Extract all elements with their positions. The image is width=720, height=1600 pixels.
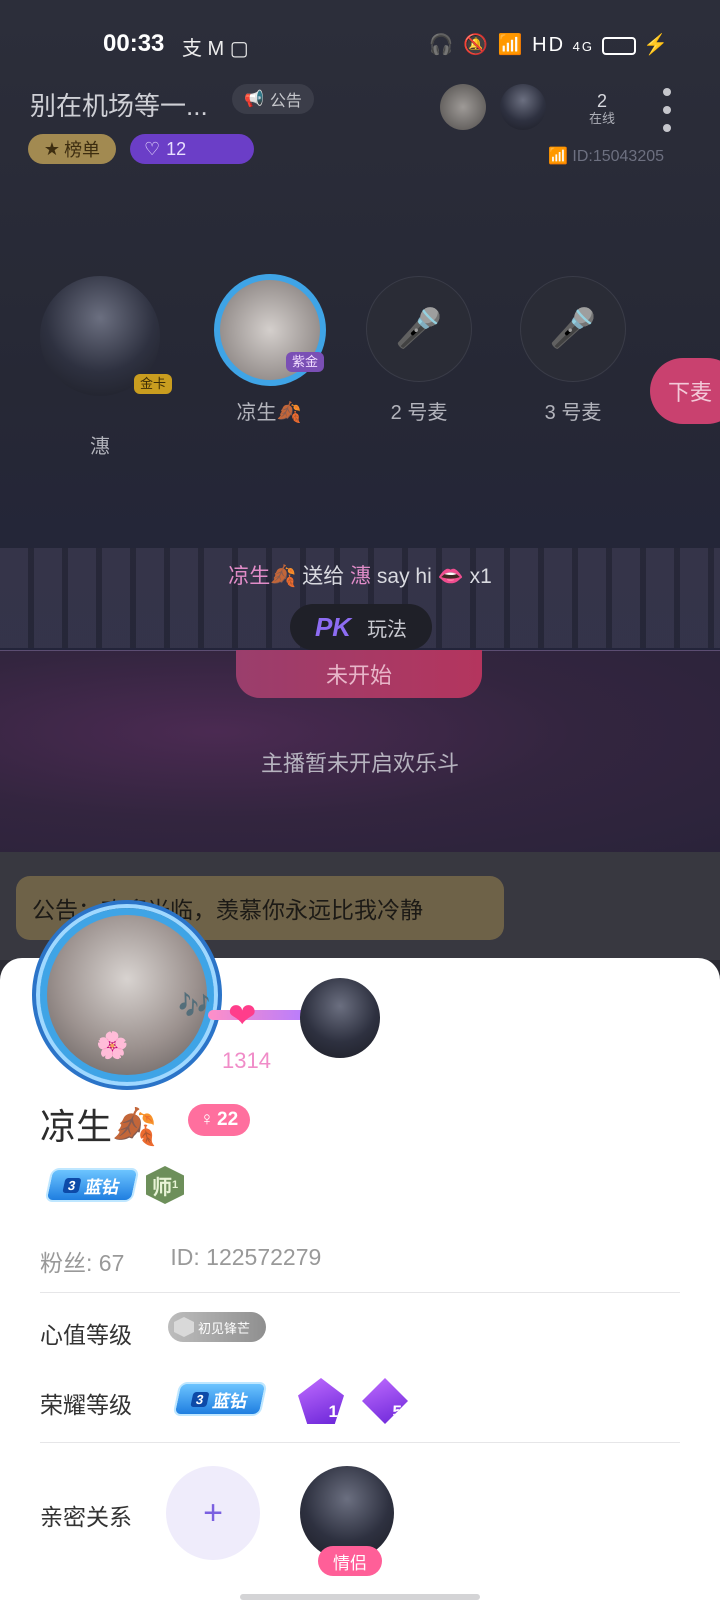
heart-icon: ❤ bbox=[228, 997, 257, 1035]
seat-name: 3 号麦 bbox=[544, 402, 602, 424]
cp-connector bbox=[208, 1010, 308, 1020]
divider bbox=[40, 1292, 680, 1293]
seat-name: 2 号麦 bbox=[390, 402, 448, 424]
honor-level-label: 荣耀等级 bbox=[40, 1392, 132, 1418]
cp-value: 1314 bbox=[222, 1048, 271, 1073]
more-menu-icon[interactable] bbox=[660, 88, 674, 132]
heart-level-hex-icon bbox=[174, 1317, 194, 1337]
pk-play-button[interactable]: PK 玩法 bbox=[290, 604, 432, 650]
audience-avatar[interactable] bbox=[440, 84, 486, 130]
seat-name: 潓 bbox=[90, 436, 110, 458]
notice-label: 公告 bbox=[269, 93, 302, 110]
female-icon: ♀ bbox=[199, 1109, 215, 1130]
favorites-count: 12 bbox=[166, 138, 187, 159]
music-note-icon: 🎶 bbox=[178, 990, 211, 1020]
rank-label: 榜单 bbox=[64, 140, 101, 160]
hd-label: HD bbox=[532, 34, 566, 56]
empty-mic-seat[interactable]: 🎤 bbox=[366, 276, 472, 382]
profile-stats: 粉丝: 67 ID: 122572279 bbox=[40, 1244, 321, 1278]
microphone-icon: 🎤 bbox=[395, 308, 443, 350]
pk-message: 主播暂未开启欢乐斗 bbox=[260, 751, 459, 776]
pk-logo: PK bbox=[314, 611, 352, 642]
headphone-icon: 🎧 bbox=[428, 34, 456, 56]
audience-avatar[interactable] bbox=[500, 84, 546, 130]
pk-play-label: 玩法 bbox=[367, 618, 408, 641]
intimacy-label: 亲密关系 bbox=[40, 1504, 132, 1530]
room-id: 📶 ID:15043205 bbox=[548, 146, 664, 166]
megaphone-icon: 📢 bbox=[244, 91, 264, 108]
seat-name: 凉生🍂 bbox=[236, 402, 302, 424]
status-bar: 00:33 支 M ▢ 🎧 🔕 📶 HD 4G ⚡ bbox=[0, 0, 720, 88]
pk-status-tab: 未开始 bbox=[236, 650, 482, 698]
gift-message: 凉生🍂 送给 潓 say hi 👄 x1 bbox=[228, 565, 492, 588]
wifi-icon: 📶 bbox=[497, 34, 525, 56]
microphone-icon: 🎤 bbox=[549, 308, 597, 350]
online-count[interactable]: 2 在线 bbox=[580, 92, 624, 128]
mute-bell-icon: 🔕 bbox=[463, 34, 491, 56]
battery-icon bbox=[601, 36, 636, 55]
honor-diamond-badge[interactable]: 3 蓝钻 bbox=[172, 1382, 268, 1416]
status-time: 00:33 bbox=[103, 30, 165, 57]
rank-button[interactable]: ★ 榜单 bbox=[28, 134, 116, 164]
flower-frame-icon: 🌸 bbox=[96, 1030, 129, 1060]
empty-mic-seat[interactable]: 🎤 bbox=[520, 276, 626, 382]
blue-diamond-badge[interactable]: 3 蓝钻 bbox=[44, 1168, 140, 1202]
online-label: 在线 bbox=[588, 111, 615, 126]
connection-icon: 📶 bbox=[548, 148, 568, 165]
home-indicator[interactable] bbox=[240, 1594, 480, 1600]
heart-outline-icon: ♡ bbox=[144, 138, 161, 159]
online-count-number: 2 bbox=[596, 91, 607, 111]
add-intimacy-button[interactable]: + bbox=[166, 1466, 260, 1560]
leave-mic-button[interactable]: 下麦 bbox=[650, 358, 720, 424]
star-icon: ★ bbox=[43, 138, 61, 159]
couple-tag: 情侣 bbox=[318, 1546, 382, 1576]
status-right-icons: 🎧 🔕 📶 HD 4G ⚡ bbox=[429, 32, 670, 57]
partner-avatar[interactable] bbox=[300, 978, 380, 1058]
fans-count[interactable]: 粉丝: 67 bbox=[40, 1244, 124, 1278]
room-title[interactable]: 别在机场等一... bbox=[30, 86, 208, 123]
profile-name: 凉生🍂 bbox=[40, 1106, 157, 1147]
lips-icon: 👄 bbox=[437, 565, 464, 588]
charging-icon: ⚡ bbox=[643, 34, 670, 56]
seat-card-tag: 紫金 bbox=[286, 352, 325, 372]
user-id: ID: 122572279 bbox=[170, 1244, 322, 1270]
room-id-text: ID:15043205 bbox=[572, 148, 665, 165]
heart-level-badge[interactable]: 初见锋芒 bbox=[168, 1312, 266, 1342]
signal-label: 4G bbox=[572, 39, 594, 54]
divider bbox=[40, 1442, 680, 1443]
seat-card-tag: 金卡 bbox=[134, 374, 173, 394]
gender-age-badge: ♀ 22 bbox=[188, 1104, 250, 1136]
favorites-button[interactable]: ♡ 12 bbox=[130, 134, 254, 164]
heart-level-label: 心值等级 bbox=[40, 1322, 132, 1348]
notice-button[interactable]: 📢 公告 bbox=[232, 84, 314, 114]
status-left-icons: 支 M ▢ bbox=[182, 38, 249, 60]
